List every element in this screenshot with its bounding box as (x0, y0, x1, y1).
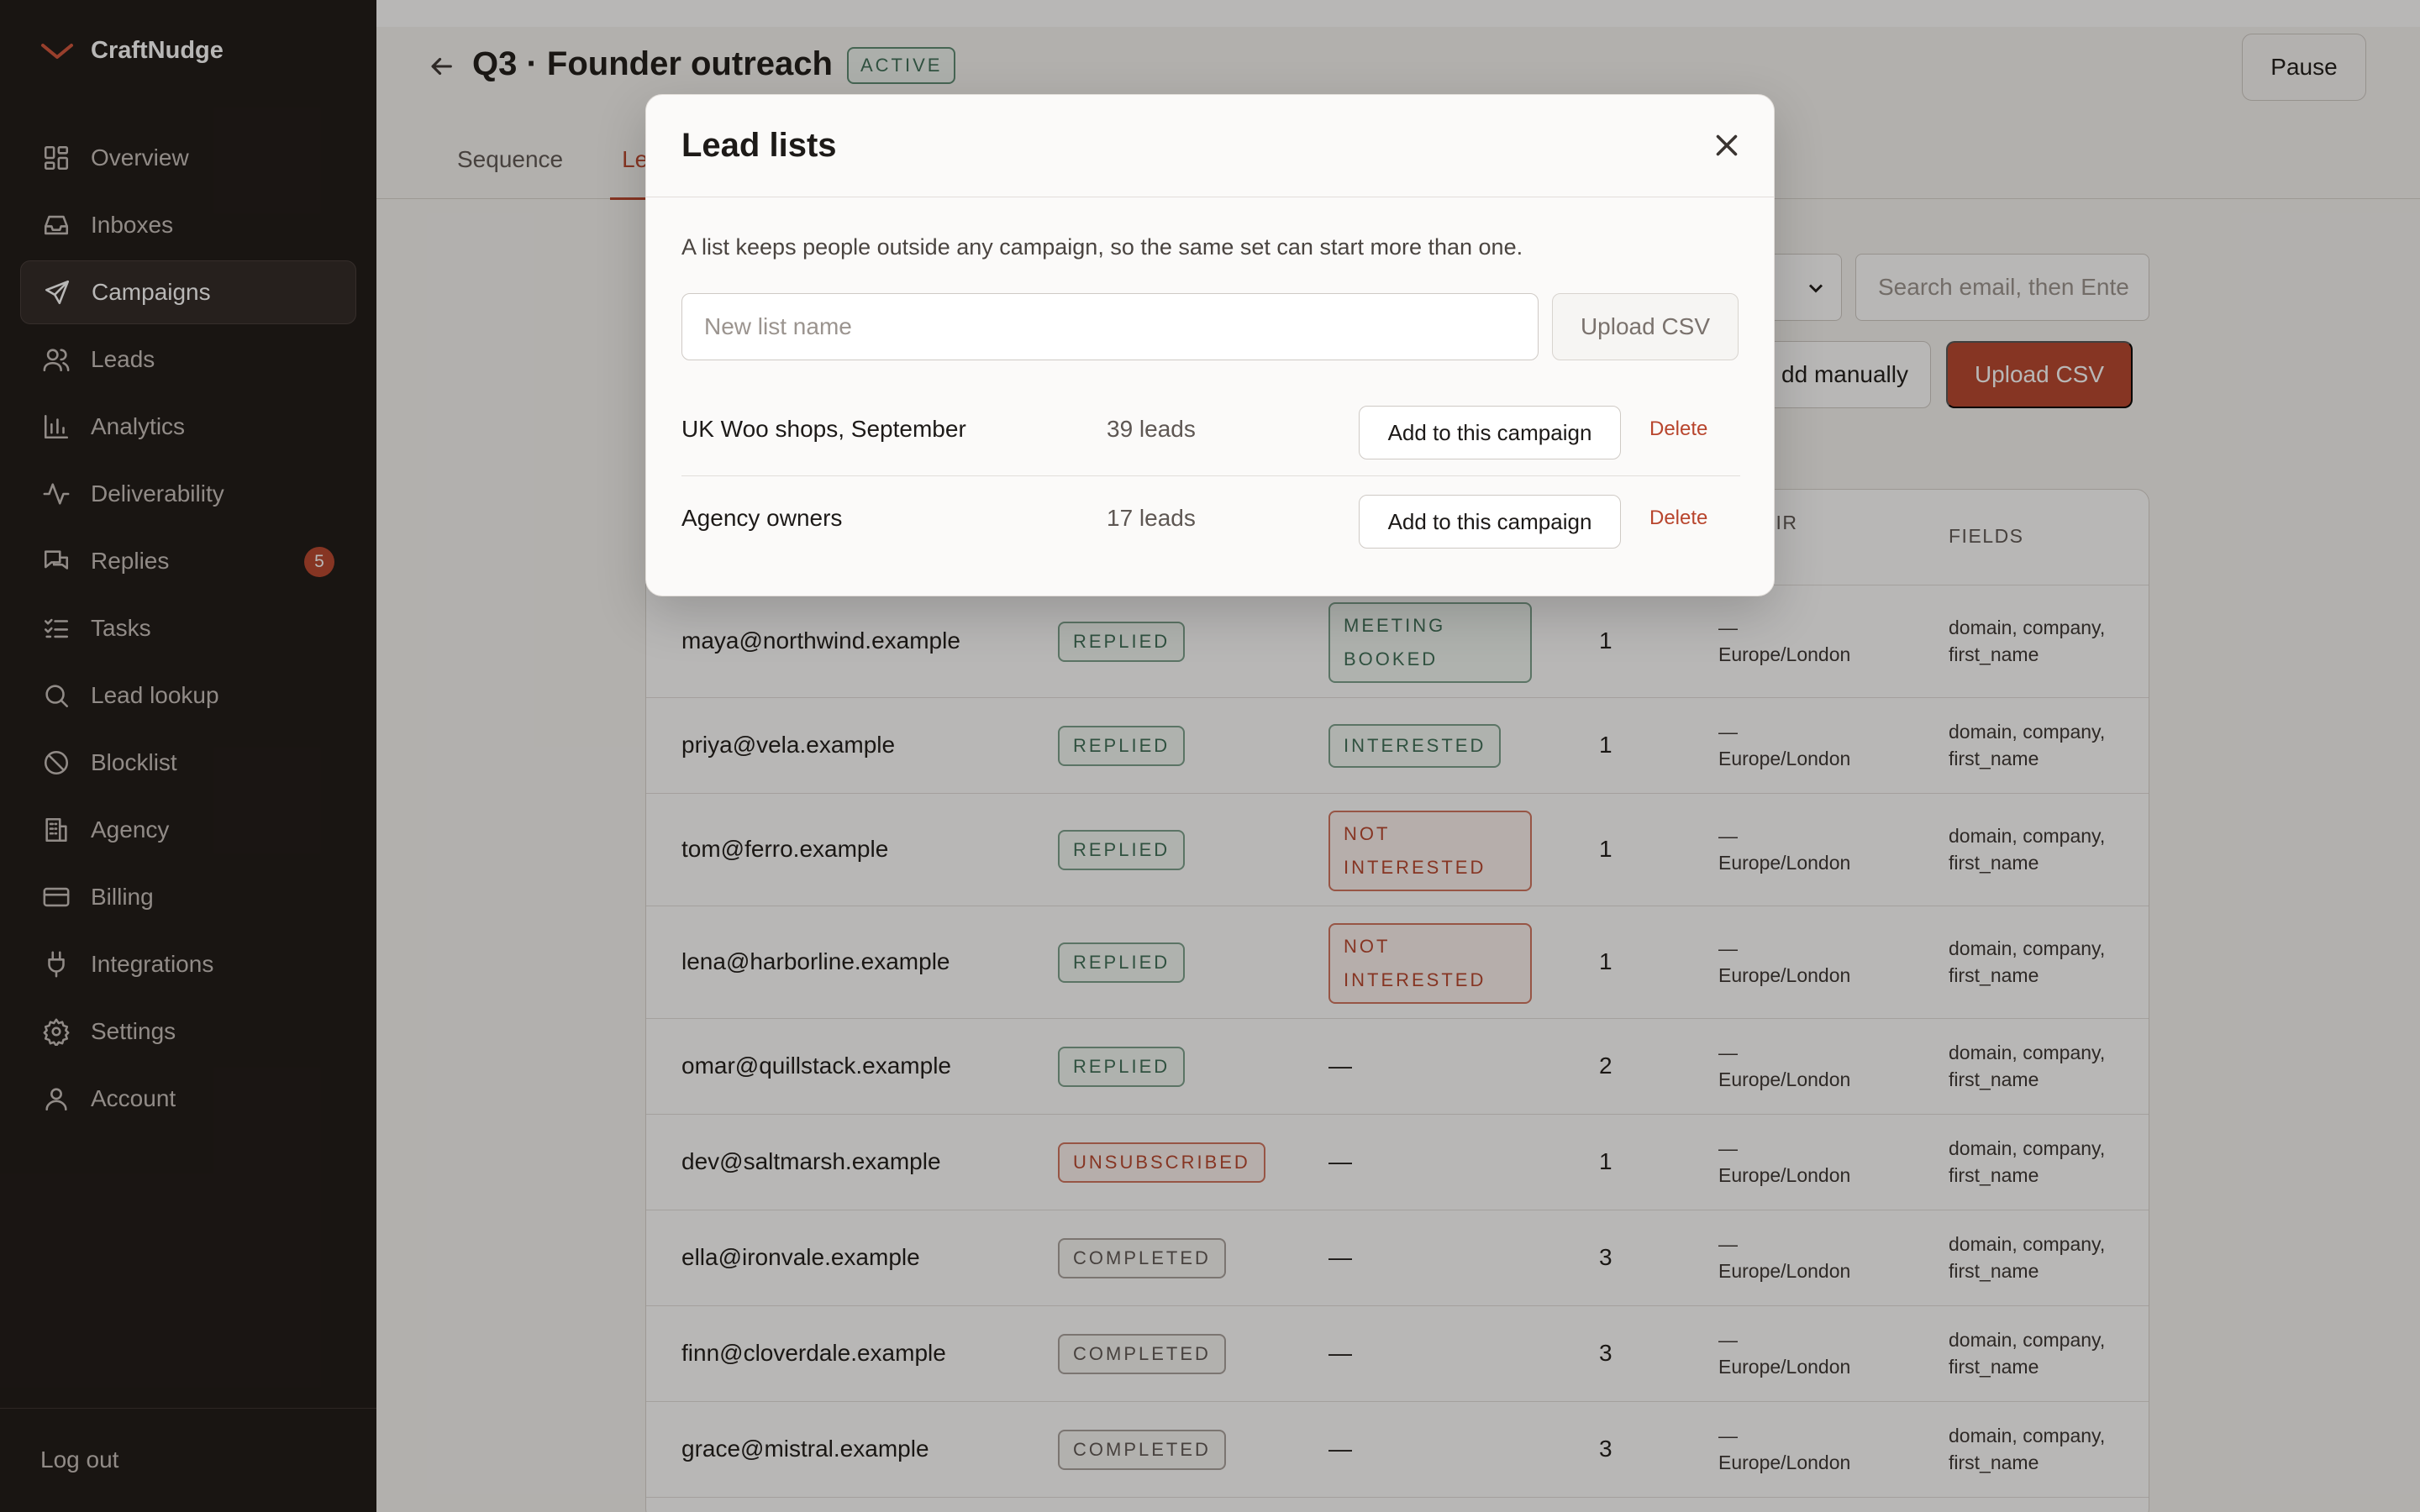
lead-list-item: Agency owners 17 leads Add to this campa… (681, 476, 1740, 565)
lead-list-count: 39 leads (1107, 416, 1196, 442)
lead-list-count: 17 leads (1107, 505, 1196, 531)
lead-list-name: UK Woo shops, September (681, 416, 966, 442)
delete-list-link[interactable]: Delete (1649, 507, 1707, 530)
lead-list-name: Agency owners (681, 505, 843, 531)
add-to-campaign-button[interactable]: Add to this campaign (1359, 406, 1621, 459)
delete-list-link[interactable]: Delete (1649, 417, 1707, 441)
lead-list-item: UK Woo shops, September 39 leads Add to … (681, 387, 1740, 476)
modal-description: A list keeps people outside any campaign… (681, 234, 1523, 260)
modal-upload-csv-button[interactable]: Upload CSV (1552, 293, 1739, 360)
close-icon[interactable] (1712, 130, 1742, 160)
modal-header: Lead lists (646, 95, 1774, 197)
add-to-campaign-button[interactable]: Add to this campaign (1359, 495, 1621, 549)
lead-lists-modal: Lead lists A list keeps people outside a… (645, 94, 1775, 596)
modal-title: Lead lists (681, 127, 837, 164)
new-list-name-input[interactable]: New list name (681, 293, 1539, 360)
